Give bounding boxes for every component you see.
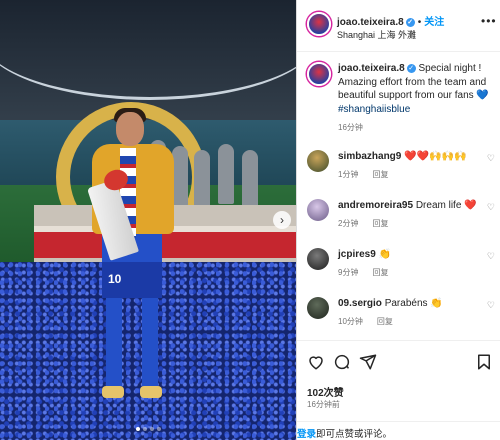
crowd-figure [194, 150, 210, 210]
comment-meta: 10分钟 回复 [338, 316, 497, 327]
carousel-dot [149, 427, 154, 431]
caption-avatar[interactable] [307, 62, 331, 86]
login-link[interactable]: 登录 [297, 429, 316, 440]
player-boot [102, 386, 124, 398]
login-prompt: 登录即可点赞或评论。 [297, 421, 500, 440]
comment-time: 2分钟 [338, 219, 359, 228]
share-icon[interactable] [359, 353, 377, 371]
comment-text: simbazhang9 ❤️❤️🙌🙌🙌 [338, 150, 497, 163]
reply-button[interactable]: 回复 [372, 219, 388, 228]
carousel-dot [156, 427, 161, 431]
player-figure: 10 [86, 108, 182, 440]
crowd-figure [242, 150, 258, 210]
comment-time: 1分钟 [338, 170, 359, 179]
crowd-figure [218, 144, 234, 204]
post-side-panel: joao.teixeira.8 ✓ • 关注 Shanghai 上海 外灘 ••• j… [296, 0, 500, 440]
comment-message: ❤️❤️🙌🙌🙌 [404, 151, 467, 162]
comment-item: simbazhang9 ❤️❤️🙌🙌🙌 1分钟 回复 ♡ [307, 150, 497, 180]
like-count[interactable]: 102次赞 [307, 384, 344, 399]
comment-item: andremoreira95 Dream life ❤️ 2分钟 回复 ♡ [307, 199, 497, 229]
post-location[interactable]: Shanghai 上海 外灘 [337, 28, 416, 41]
author-username[interactable]: joao.teixeira.8 [337, 17, 404, 28]
post-actions: 102次赞 16分钟前 登录即可点赞或评论。 [297, 340, 500, 440]
commenter-username[interactable]: 09.sergio [338, 298, 382, 309]
commenter-avatar[interactable] [307, 199, 329, 221]
reply-button[interactable]: 回复 [372, 268, 388, 277]
comment-like-icon[interactable]: ♡ [487, 251, 495, 262]
carousel-dot [142, 427, 147, 431]
login-prompt-text: 即可点赞或评论。 [316, 429, 393, 440]
commenter-avatar[interactable] [307, 297, 329, 319]
player-leg [106, 298, 122, 388]
comment-like-icon[interactable]: ♡ [487, 300, 495, 311]
follow-button[interactable]: 关注 [424, 17, 444, 28]
comment-like-icon[interactable]: ♡ [487, 202, 495, 213]
caption-hashtag[interactable]: #shanghaiisblue [338, 104, 410, 115]
more-options-icon[interactable]: ••• [481, 14, 497, 28]
commenter-avatar[interactable] [307, 150, 329, 172]
comment-meta: 9分钟 回复 [338, 267, 497, 278]
post-caption: joao.teixeira.8 ✓ Special night ! Amazing… [307, 62, 497, 133]
verified-badge-icon: ✓ [406, 64, 416, 73]
author-avatar[interactable] [307, 12, 331, 36]
comment-message: Parabéns 👏 [384, 298, 443, 309]
comment-meta: 1分钟 回复 [338, 169, 497, 180]
comment-time: 9分钟 [338, 268, 359, 277]
reply-button[interactable]: 回复 [372, 170, 388, 179]
next-photo-button[interactable]: › [273, 211, 291, 229]
player-shorts-number: 10 [102, 262, 162, 298]
commenter-avatar[interactable] [307, 248, 329, 270]
stadium-roof [0, 0, 296, 100]
verified-badge-icon: ✓ [405, 18, 415, 27]
caption-username[interactable]: joao.teixeira.8 [338, 63, 405, 74]
caption-time: 16分钟 [338, 123, 363, 132]
comment-message: 👏 [378, 249, 392, 260]
comment-like-icon[interactable]: ♡ [487, 153, 495, 164]
bookmark-icon[interactable] [475, 353, 493, 371]
separator: • [417, 17, 422, 28]
comment-message: Dream life ❤️ [415, 200, 477, 211]
player-boot [140, 386, 162, 398]
heart-icon[interactable] [307, 353, 325, 371]
carousel-indicator [0, 427, 296, 431]
comment-meta: 2分钟 回复 [338, 218, 497, 229]
post-header: joao.teixeira.8 ✓ • 关注 Shanghai 上海 外灘 ••• [297, 0, 500, 52]
player-head [116, 112, 144, 146]
author-line: joao.teixeira.8 ✓ • 关注 [337, 13, 444, 28]
commenter-username[interactable]: andremoreira95 [338, 200, 413, 211]
comment-text: jcpires9 👏 [338, 248, 497, 261]
commenter-username[interactable]: jcpires9 [338, 249, 376, 260]
comment-time: 10分钟 [338, 317, 363, 326]
post-photo[interactable]: 10 › [0, 0, 296, 440]
commenter-username[interactable]: simbazhang9 [338, 151, 401, 162]
instagram-post: 10 › joao.teixeira.8 ✓ • 关注 Shanghai 上海 外灘 … [0, 0, 500, 440]
comment-icon[interactable] [333, 353, 351, 371]
carousel-dot [135, 427, 140, 431]
caption-text: joao.teixeira.8 ✓ Special night ! Amazing… [338, 62, 497, 116]
comment-text: andremoreira95 Dream life ❤️ [338, 199, 497, 212]
post-time: 16分钟前 [307, 400, 340, 409]
comment-item: 09.sergio Parabéns 👏 10分钟 回复 ♡ [307, 297, 497, 327]
reply-button[interactable]: 回复 [377, 317, 393, 326]
comment-text: 09.sergio Parabéns 👏 [338, 297, 497, 310]
comment-item: jcpires9 👏 9分钟 回复 ♡ [307, 248, 497, 278]
player-leg [142, 298, 158, 388]
